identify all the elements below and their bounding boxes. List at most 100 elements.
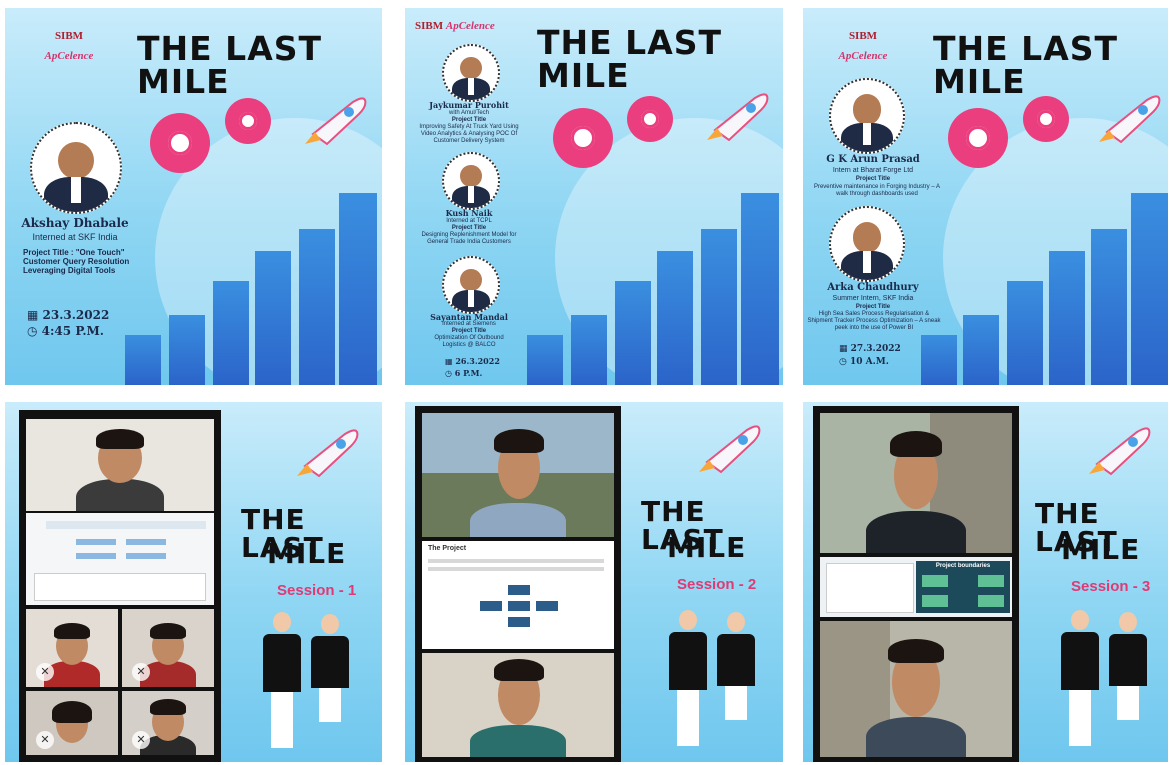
sibm-logo: SIBM ApCelence (415, 20, 495, 32)
gear-icon (1023, 96, 1069, 142)
session-label: Session - 1 (277, 582, 357, 599)
growth-bar (169, 315, 205, 385)
growth-bar (125, 335, 161, 385)
video-call-grid: The Project (415, 406, 621, 762)
speaker-photo (829, 78, 905, 154)
event-date: ▦ 23.3.2022 (27, 308, 110, 322)
growth-bar (571, 315, 607, 385)
video-tile: ✕ (26, 691, 118, 755)
video-tile: ✕ (122, 691, 214, 755)
gear-icon (150, 113, 210, 173)
session-label: Session - 3 (1071, 578, 1151, 595)
rocket-icon (699, 425, 761, 474)
growth-bar (1007, 281, 1043, 385)
professionals-illustration (255, 612, 365, 752)
session-2-card: The Project THE LAST MILE Session - 2 (405, 402, 783, 762)
event-title-line-2: MILE (1061, 533, 1141, 566)
project-label: Project Title (855, 304, 891, 310)
speaker-photo (829, 206, 905, 282)
growth-bar (701, 229, 737, 385)
event-title-line-2: MILE (267, 537, 347, 570)
mic-muted-icon: ✕ (36, 731, 54, 749)
shared-screen: Project boundaries (820, 557, 1012, 617)
video-call-grid: ✕ ✕ ✕ ✕ (19, 410, 221, 762)
video-call-grid: Project boundaries (813, 406, 1019, 762)
project-title: Project Title : "One Touch" Customer Que… (23, 248, 130, 276)
sibm-logo: SIBM ApCelence (44, 30, 94, 63)
session-1-card: ✕ ✕ ✕ ✕ THE LAST MILE Session - 1 (5, 402, 382, 762)
clock-icon: ◷ (839, 357, 850, 367)
project-label: Project Title (451, 117, 487, 123)
project-title: Preventive maintenance in Forging Indust… (813, 184, 941, 197)
project-label: Project Title (451, 225, 487, 231)
gear-icon (225, 98, 271, 144)
speaker-name: Akshay Dhabale (21, 216, 129, 230)
speaker-name: Jaykumar Purohit (429, 100, 509, 110)
growth-bar (255, 251, 291, 385)
mic-muted-icon: ✕ (132, 663, 150, 681)
professionals-illustration (661, 610, 771, 750)
calendar-icon: ▦ (27, 308, 43, 322)
clock-icon: ◷ (27, 324, 42, 338)
project-title: High Sea Sales Process Regularisation & … (807, 311, 941, 331)
speaker-name: G K Arun Prasad (826, 154, 920, 165)
growth-bar (527, 335, 563, 385)
event-title: THE LAST MILE (933, 29, 1119, 101)
project-label: Project Title (451, 328, 487, 334)
project-title: Improving Safety At Truck Yard Using Vid… (419, 124, 519, 144)
rocket-icon (1099, 95, 1161, 144)
speaker-photo (442, 44, 500, 102)
speaker-role: Intern at Bharat Forge Ltd (832, 167, 914, 174)
speaker-role: Interned at TCPL (446, 218, 492, 224)
event-time: ◷ 10 A.M. (839, 357, 889, 367)
slide-title: Project boundaries (935, 563, 991, 569)
speaker-role: Interned at SKF India (32, 232, 118, 242)
growth-bar (213, 281, 249, 385)
speaker-photo (442, 152, 500, 210)
growth-bar (1091, 229, 1127, 385)
growth-bar (921, 335, 957, 385)
speaker-name: Kush Naik (445, 208, 493, 218)
project-label: Project Title (855, 176, 891, 182)
growth-bar (657, 251, 693, 385)
event-title: THE LAST MILE (137, 29, 323, 101)
shared-screen (26, 513, 214, 605)
speaker-role: Summer Intern, SKF India (832, 295, 914, 302)
shared-screen: The Project (422, 541, 614, 649)
session-3-card: Project boundaries THE LAST MILE Session… (803, 402, 1168, 762)
speaker-photo (442, 256, 500, 314)
gear-icon (553, 108, 613, 168)
video-tile (820, 621, 1012, 757)
speaker-role: Interned at Siemens (442, 321, 496, 327)
video-tile (422, 413, 614, 537)
speaker-photo (30, 122, 122, 214)
mic-muted-icon: ✕ (132, 731, 150, 749)
project-title: Optimization Of Outbound Logistics @ BAL… (434, 335, 504, 348)
rocket-icon (305, 97, 367, 146)
video-tile (26, 419, 214, 511)
growth-bar (615, 281, 651, 385)
growth-bar (339, 193, 377, 385)
rocket-icon (707, 93, 769, 142)
calendar-icon: ▦ (445, 356, 456, 366)
speaker-role: with Amul/Tech (448, 110, 490, 116)
video-tile (820, 413, 1012, 553)
rocket-icon (297, 429, 359, 478)
gear-icon (948, 108, 1008, 168)
event-title: THE LAST MILE (537, 23, 723, 95)
calendar-icon: ▦ (839, 344, 851, 354)
growth-bar (299, 229, 335, 385)
speaker-name: Arka Chaudhury (827, 282, 919, 293)
growth-bar (1131, 193, 1168, 385)
mic-muted-icon: ✕ (36, 663, 54, 681)
poster-2: SIBM ApCelence THE LAST MILE Jaykumar Pu… (405, 8, 783, 385)
growth-bar (963, 315, 999, 385)
rocket-icon (1089, 427, 1151, 476)
event-date: ▦ 26.3.2022 (445, 356, 500, 366)
event-time: ◷ 6 P.M. (445, 368, 483, 378)
sibm-logo: SIBM ApCelence (838, 30, 888, 63)
gear-icon (627, 96, 673, 142)
event-time: ◷ 4:45 P.M. (27, 324, 104, 338)
video-tile: ✕ (26, 609, 118, 687)
slide-title: The Project (428, 545, 467, 552)
